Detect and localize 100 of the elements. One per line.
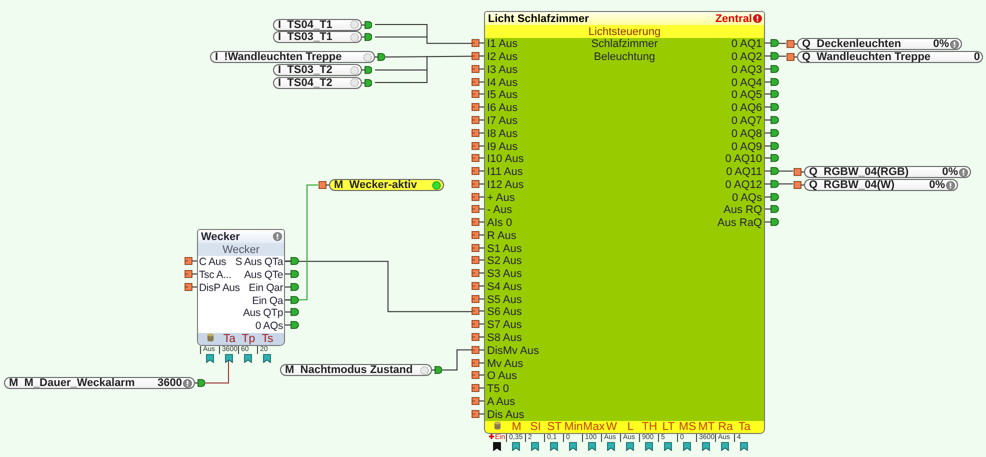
parameter-connector[interactable] bbox=[664, 442, 672, 451]
input-label: I6 Aus bbox=[487, 102, 518, 114]
output-connector[interactable] bbox=[362, 64, 372, 76]
input-connector[interactable] bbox=[470, 330, 484, 343]
input-connector[interactable] bbox=[183, 268, 197, 280]
output-connector[interactable] bbox=[765, 152, 779, 164]
output-connector[interactable] bbox=[765, 203, 779, 216]
output-connector[interactable] bbox=[765, 88, 779, 100]
output-connector[interactable] bbox=[362, 76, 372, 88]
output-node[interactable]: Q Deckenleuchten 0% bbox=[797, 38, 962, 50]
input-connector[interactable] bbox=[470, 216, 484, 228]
output-node[interactable]: Q Wandleuchten Treppe 0 bbox=[797, 51, 983, 63]
input-node[interactable]: I !Wandleuchten Treppe bbox=[210, 51, 375, 63]
input-connector[interactable] bbox=[470, 254, 484, 266]
input-connector[interactable] bbox=[470, 356, 484, 369]
output-node[interactable]: Q RGBW_04(W) 0% bbox=[804, 179, 958, 191]
input-connector[interactable] bbox=[786, 38, 797, 50]
input-connector[interactable] bbox=[470, 369, 484, 382]
input-connector[interactable] bbox=[470, 37, 484, 50]
output-connector[interactable] bbox=[285, 280, 299, 293]
output-connector[interactable] bbox=[765, 190, 779, 203]
output-connector[interactable] bbox=[432, 364, 442, 376]
input-connector[interactable] bbox=[470, 62, 484, 75]
output-connector[interactable] bbox=[765, 165, 779, 178]
output-connector[interactable] bbox=[765, 37, 779, 50]
input-connector[interactable] bbox=[470, 318, 484, 330]
output-connector[interactable] bbox=[285, 319, 299, 332]
input-connector[interactable] bbox=[470, 76, 484, 88]
input-connector[interactable] bbox=[470, 305, 484, 318]
input-connector[interactable] bbox=[470, 88, 484, 100]
input-label: I9 Aus bbox=[487, 140, 518, 152]
parameter-connector[interactable] bbox=[224, 354, 232, 363]
input-connector[interactable] bbox=[793, 166, 804, 178]
output-connector[interactable] bbox=[285, 306, 299, 318]
parameter-connector[interactable] bbox=[550, 442, 558, 451]
input-connector[interactable] bbox=[470, 292, 484, 305]
output-connector[interactable] bbox=[362, 31, 372, 43]
output-node[interactable]: Q RGBW_04(RGB) 0% bbox=[804, 166, 971, 178]
input-connector[interactable] bbox=[470, 190, 484, 203]
function-block[interactable]: Wecker Wecker C Aus S Aus QTa Tsc A... Aus QTe DisP Aus Ein Qar Ein Qa Aus QTp 0 AQs Ta Tp Ts bbox=[197, 229, 285, 346]
input-node[interactable]: I TS03_T2 bbox=[273, 64, 362, 76]
output-connector[interactable] bbox=[195, 377, 205, 389]
parameter-connector[interactable] bbox=[244, 354, 252, 363]
input-connector[interactable] bbox=[470, 178, 484, 190]
parameter-connector[interactable] bbox=[626, 442, 634, 451]
parameter-connector[interactable] bbox=[568, 442, 576, 451]
input-node[interactable]: I TS03_T1 bbox=[273, 31, 362, 43]
output-connector[interactable] bbox=[285, 268, 299, 280]
parameter-connector[interactable] bbox=[492, 442, 500, 451]
output-connector[interactable] bbox=[765, 178, 779, 190]
output-connector[interactable] bbox=[765, 50, 779, 62]
output-connector[interactable] bbox=[285, 255, 299, 268]
input-connector[interactable] bbox=[470, 228, 484, 241]
input-node[interactable]: M M_Dauer_Weckalarm 3600 bbox=[4, 377, 195, 389]
input-connector[interactable] bbox=[470, 126, 484, 139]
input-connector[interactable] bbox=[183, 255, 197, 268]
input-node[interactable]: M Nachtmodus Zustand bbox=[280, 364, 432, 376]
output-connector[interactable] bbox=[375, 51, 385, 63]
output-connector[interactable] bbox=[765, 62, 779, 75]
parameter-connector[interactable] bbox=[588, 442, 596, 451]
parameter-connector[interactable] bbox=[644, 442, 652, 451]
input-connector[interactable] bbox=[470, 152, 484, 164]
input-node[interactable]: I TS04_T2 bbox=[273, 76, 362, 88]
output-connector[interactable] bbox=[765, 76, 779, 88]
input-connector[interactable] bbox=[318, 179, 329, 191]
output-node[interactable]: M Wecker-aktiv bbox=[329, 179, 444, 191]
input-connector[interactable] bbox=[470, 280, 484, 292]
parameter-connector[interactable] bbox=[530, 442, 538, 451]
input-connector[interactable] bbox=[470, 242, 484, 254]
output-connector[interactable] bbox=[362, 18, 372, 30]
input-connector[interactable] bbox=[470, 267, 484, 280]
parameter-connector[interactable] bbox=[262, 354, 270, 363]
output-connector[interactable] bbox=[765, 114, 779, 126]
parameter-connector[interactable] bbox=[740, 442, 748, 451]
output-connector[interactable] bbox=[765, 101, 779, 114]
input-connector[interactable] bbox=[470, 382, 484, 394]
input-connector[interactable] bbox=[470, 203, 484, 216]
parameter-connector[interactable] bbox=[720, 442, 728, 451]
parameter-connector[interactable] bbox=[206, 354, 214, 363]
parameter-connector[interactable] bbox=[606, 442, 614, 451]
parameter-connector[interactable] bbox=[682, 442, 690, 451]
input-connector[interactable] bbox=[470, 140, 484, 152]
input-connector[interactable] bbox=[786, 51, 797, 63]
input-connector[interactable] bbox=[470, 394, 484, 407]
input-connector[interactable] bbox=[470, 165, 484, 178]
output-connector[interactable] bbox=[765, 140, 779, 152]
input-node[interactable]: I TS04_T1 bbox=[273, 18, 362, 30]
parameter-connector[interactable] bbox=[702, 442, 710, 451]
input-connector[interactable] bbox=[470, 50, 484, 62]
input-connector[interactable] bbox=[183, 280, 197, 293]
input-connector[interactable] bbox=[470, 344, 484, 356]
function-block[interactable] bbox=[484, 11, 765, 434]
input-connector[interactable] bbox=[470, 408, 484, 420]
output-connector[interactable] bbox=[765, 126, 779, 139]
output-connector[interactable] bbox=[765, 216, 779, 228]
parameter-connector[interactable] bbox=[512, 442, 520, 451]
input-connector[interactable] bbox=[793, 179, 804, 191]
input-connector[interactable] bbox=[470, 101, 484, 114]
output-connector[interactable] bbox=[285, 294, 299, 306]
input-connector[interactable] bbox=[470, 114, 484, 126]
